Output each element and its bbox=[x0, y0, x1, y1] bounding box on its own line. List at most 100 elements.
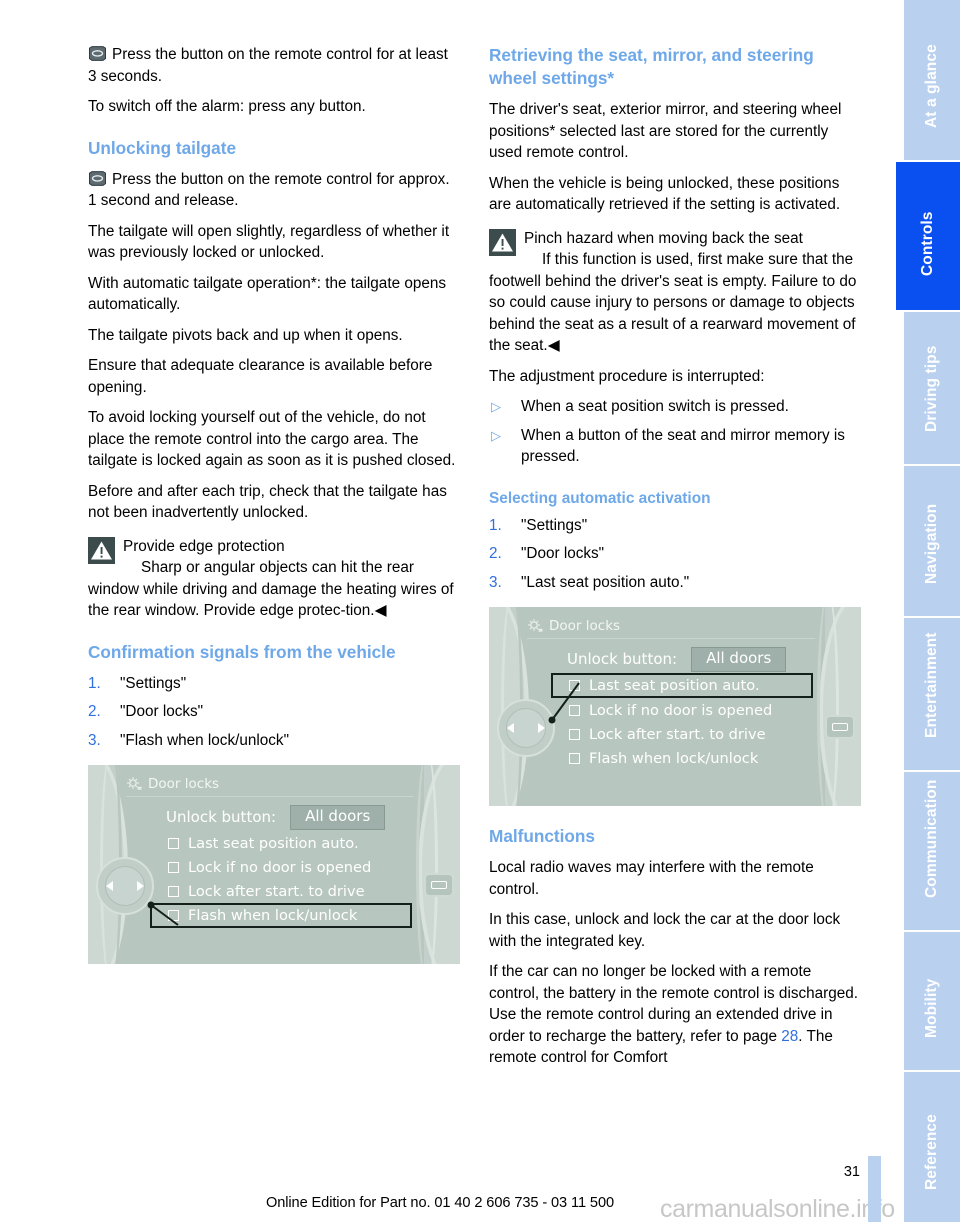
tab-navigation[interactable]: Navigation bbox=[904, 466, 960, 616]
tab-label: Communication bbox=[923, 779, 940, 898]
paragraph-clearance: Ensure that adequate clearance is availa… bbox=[88, 357, 433, 396]
step-label: "Door locks" bbox=[120, 703, 204, 720]
idrive-option-lock-after-start[interactable]: Lock after start. to drive bbox=[166, 879, 450, 903]
idrive-side-button[interactable] bbox=[424, 873, 454, 897]
idrive-menu: Unlock button: All doors Last seat posit… bbox=[150, 804, 450, 928]
step-number: 2. bbox=[88, 703, 101, 720]
paragraph-alarm-press: Press the button on the remote control f… bbox=[88, 44, 460, 87]
step-number: 3. bbox=[489, 573, 502, 591]
page-reference-link[interactable]: 28 bbox=[781, 1028, 798, 1045]
tab-reference[interactable]: Reference bbox=[904, 1072, 960, 1222]
idrive-option-lock-after-start[interactable]: Lock after start. to drive bbox=[567, 722, 851, 746]
step-number: 1. bbox=[489, 516, 502, 534]
triangle-bullet-icon: ▷ bbox=[491, 427, 501, 443]
idrive-option-flash-when-lock-unlock[interactable]: Flash when lock/unlock bbox=[567, 746, 851, 770]
list-item: 3. "Flash when lock/unlock" bbox=[88, 730, 460, 752]
idrive-menu: Unlock button: All doors Last seat posit… bbox=[551, 646, 851, 770]
tab-label: Mobility bbox=[923, 978, 940, 1038]
watermark: carmanualsonline.info bbox=[660, 1195, 895, 1223]
list-item: 1. "Settings" bbox=[88, 673, 460, 695]
arrow-left-icon bbox=[507, 723, 514, 733]
idrive-option-flash-when-lock-unlock[interactable]: Flash when lock/unlock bbox=[150, 903, 412, 928]
idrive-option-label: Flash when lock/unlock bbox=[188, 907, 358, 924]
idrive-title: Door locks bbox=[148, 776, 220, 792]
idrive-screen-illustration-right: Door locks Unlock button: All doors Last… bbox=[489, 607, 861, 806]
checkbox-icon[interactable] bbox=[168, 910, 179, 921]
bullets-interrupt-conditions: ▷ When a seat position switch is pressed.… bbox=[489, 396, 861, 468]
checkbox-icon[interactable] bbox=[569, 752, 580, 764]
idrive-option-label: Flash when lock/unlock bbox=[589, 749, 759, 767]
paragraph-switch-off-alarm: To switch off the alarm: press any butto… bbox=[88, 98, 366, 115]
arrow-right-icon bbox=[538, 723, 545, 733]
paragraph-text: Press the button on the remote control f… bbox=[88, 46, 448, 85]
step-number: 3. bbox=[88, 731, 101, 749]
bullet-label: When a seat position switch is pressed. bbox=[521, 398, 789, 415]
idrive-option-label: Lock if no door is opened bbox=[188, 858, 372, 876]
heading-retrieving-settings: Retrieving the seat, mirror, and steerin… bbox=[489, 45, 814, 88]
heading-selecting-automatic-activation: Selecting automatic activation bbox=[489, 489, 711, 507]
paragraph-drivers-seat: The driver's seat, exterior mirror, and … bbox=[489, 101, 842, 161]
arrow-left-icon bbox=[106, 881, 113, 891]
idrive-title: Door locks bbox=[549, 618, 621, 634]
idrive-option-lock-if-no-door[interactable]: Lock if no door is opened bbox=[567, 698, 851, 722]
warning-text: Pinch hazard when moving back the seat I… bbox=[489, 228, 861, 357]
steps-confirmation-signals: 1. "Settings" 2. "Door locks" 3. "Flash whe… bbox=[88, 673, 460, 752]
idrive-option-label: Last seat position auto. bbox=[589, 677, 760, 694]
warning-body: If this function is used, first make sur… bbox=[489, 251, 857, 354]
list-item: 2. "Door locks" bbox=[88, 701, 460, 723]
triangle-bullet-icon: ▷ bbox=[491, 399, 501, 414]
checkbox-icon[interactable] bbox=[168, 837, 179, 849]
tab-communication[interactable]: Communication bbox=[904, 772, 960, 930]
paragraph-in-this-case: In this case, unlock and lock the car at… bbox=[489, 911, 841, 950]
idrive-unlock-value[interactable]: All doors bbox=[290, 804, 386, 830]
warning-triangle-icon bbox=[489, 228, 516, 256]
manual-page: Press the button on the remote control f… bbox=[0, 0, 960, 1223]
tab-entertainment[interactable]: Entertainment bbox=[904, 618, 960, 770]
heading-malfunctions: Malfunctions bbox=[489, 826, 595, 846]
idrive-option-label: Lock after start. to drive bbox=[589, 725, 766, 743]
checkbox-icon[interactable] bbox=[569, 728, 580, 740]
idrive-divider bbox=[527, 638, 815, 639]
chapter-tab-rail: At a glance Controls Driving tips Naviga… bbox=[896, 0, 960, 1222]
tab-controls[interactable]: Controls bbox=[896, 162, 960, 310]
warning-body: Sharp or angular objects can hit the rea… bbox=[88, 559, 454, 619]
idrive-option-lock-if-no-door[interactable]: Lock if no door is opened bbox=[166, 855, 450, 879]
step-label: "Settings" bbox=[521, 516, 588, 534]
paragraph-open-slightly: The tailgate will open slightly, regardl… bbox=[88, 222, 450, 262]
settings-gear-icon bbox=[527, 618, 543, 634]
tab-driving-tips[interactable]: Driving tips bbox=[904, 312, 960, 464]
idrive-option-last-seat-position[interactable]: Last seat position auto. bbox=[166, 831, 450, 855]
checkbox-icon[interactable] bbox=[168, 861, 179, 873]
tab-label: Reference bbox=[923, 1114, 940, 1190]
idrive-side-button[interactable] bbox=[825, 715, 855, 739]
idrive-controller-knob[interactable] bbox=[497, 699, 555, 757]
tab-label: At a glance bbox=[923, 44, 940, 128]
warning-edge-protection: Provide edge protection Sharp or angular… bbox=[88, 536, 460, 622]
checkbox-icon[interactable] bbox=[168, 885, 179, 897]
list-item: 3. "Last seat position auto." bbox=[489, 572, 861, 594]
checkbox-icon[interactable] bbox=[569, 704, 580, 716]
paragraph-pivots: The tailgate pivots back and up when it … bbox=[88, 326, 403, 344]
page-number: 31 bbox=[843, 1164, 860, 1180]
tab-mobility[interactable]: Mobility bbox=[904, 932, 960, 1070]
idrive-divider bbox=[126, 796, 414, 797]
idrive-unlock-row: Unlock button: All doors bbox=[166, 804, 450, 830]
paragraph-avoid-locking: To avoid locking yourself out of the veh… bbox=[88, 409, 456, 469]
paragraph-radio-waves: Local radio waves may interfere with the… bbox=[489, 859, 814, 898]
idrive-title-bar: Door locks bbox=[126, 773, 460, 795]
idrive-unlock-value[interactable]: All doors bbox=[691, 646, 787, 672]
paragraph-battery-discharged: If the car can no longer be locked with … bbox=[489, 961, 861, 1069]
list-item: 2. "Door locks" bbox=[489, 543, 861, 565]
checkbox-icon[interactable] bbox=[569, 680, 580, 691]
step-number: 1. bbox=[88, 674, 101, 692]
warning-end-mark: ◀ bbox=[547, 337, 560, 354]
warning-heading: Provide edge protection bbox=[123, 537, 285, 555]
idrive-controller-knob[interactable] bbox=[96, 857, 154, 915]
tab-at-a-glance[interactable]: At a glance bbox=[904, 0, 960, 160]
tab-label: Controls bbox=[919, 211, 936, 276]
settings-gear-icon bbox=[126, 776, 142, 792]
step-number: 2. bbox=[489, 545, 502, 562]
heading-confirmation-signals: Confirmation signals from the vehicle bbox=[88, 641, 396, 662]
idrive-option-last-seat-position[interactable]: Last seat position auto. bbox=[551, 673, 813, 698]
steps-automatic-activation: 1. "Settings" 2. "Door locks" 3. "Last seat… bbox=[489, 515, 861, 594]
